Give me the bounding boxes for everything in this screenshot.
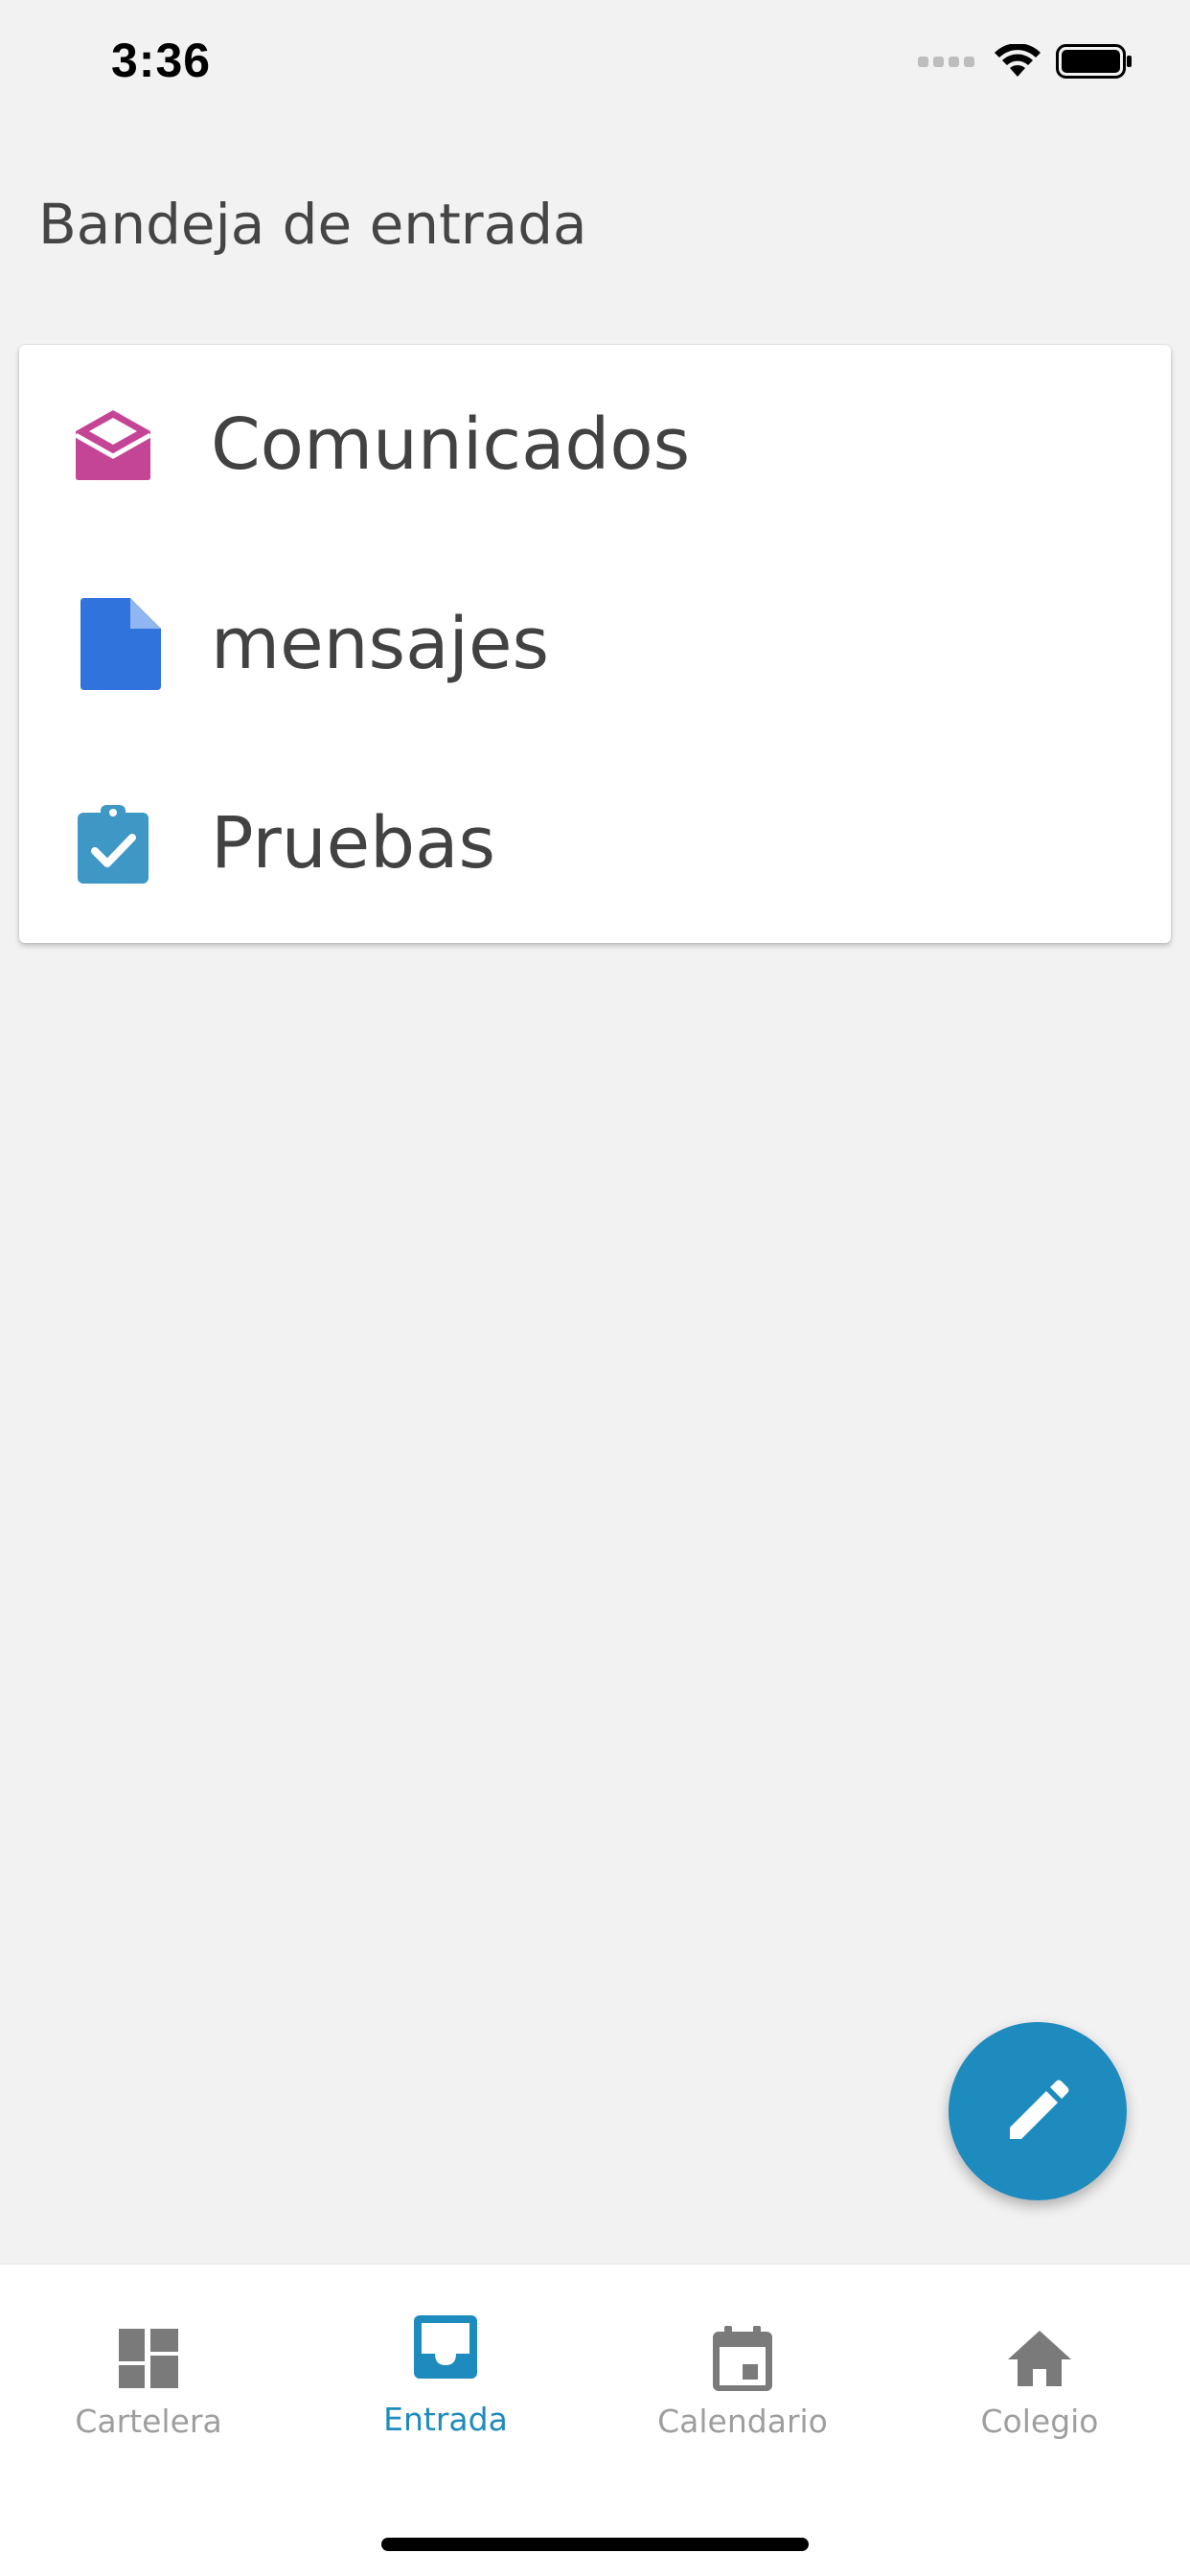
document-icon <box>73 596 169 692</box>
status-bar: 3:36 <box>0 0 1190 125</box>
tab-entrada[interactable]: Entrada <box>297 2265 594 2456</box>
battery-icon <box>1056 44 1132 79</box>
list-item-mensajes[interactable]: mensajes <box>19 544 1171 744</box>
home-indicator[interactable] <box>381 2538 809 2551</box>
list-item-label: mensajes <box>211 603 550 685</box>
calendar-icon <box>708 2324 777 2393</box>
status-icons <box>918 44 1133 79</box>
list-item-comunicados[interactable]: Comunicados <box>19 345 1171 544</box>
clipboard-check-icon <box>65 795 161 891</box>
tab-colegio[interactable]: Colegio <box>891 2265 1188 2456</box>
bottom-navigation: Cartelera Entrada Calendario Colegio <box>0 2264 1190 2576</box>
status-time: 3:36 <box>111 34 212 87</box>
tab-label: Cartelera <box>75 2403 222 2440</box>
pencil-icon <box>1010 2080 1069 2139</box>
wifi-icon <box>995 44 1041 77</box>
inbox-screen: 3:36 Bandeja de entrada Comunicados mens… <box>0 0 1190 2576</box>
list-item-label: Comunicados <box>211 403 691 486</box>
inbox-icon <box>411 2312 480 2381</box>
tab-label: Entrada <box>383 2401 508 2438</box>
home-icon <box>1005 2324 1074 2393</box>
tab-label: Colegio <box>980 2403 1099 2440</box>
compose-button[interactable] <box>949 2022 1127 2200</box>
tab-label: Calendario <box>657 2403 828 2440</box>
dashboard-icon <box>114 2324 183 2393</box>
cellular-signal-icon <box>918 56 979 67</box>
tab-calendario[interactable]: Calendario <box>594 2265 891 2456</box>
tab-cartelera[interactable]: Cartelera <box>0 2265 297 2456</box>
list-item-pruebas[interactable]: Pruebas <box>19 744 1171 943</box>
open-envelope-icon <box>65 397 161 493</box>
list-item-label: Pruebas <box>211 802 496 885</box>
page-title: Bandeja de entrada <box>38 192 587 257</box>
inbox-list: Comunicados mensajes Pruebas <box>19 345 1171 943</box>
